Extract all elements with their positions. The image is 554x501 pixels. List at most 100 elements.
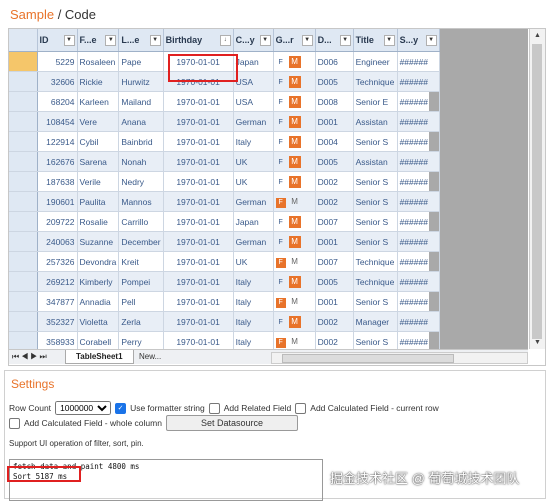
- cell-id[interactable]: 352327: [37, 311, 78, 332]
- cell-id[interactable]: 5229: [37, 51, 78, 72]
- corner-cell[interactable]: [9, 29, 38, 52]
- cell-last[interactable]: Pell: [118, 291, 164, 312]
- gender-m-toggle[interactable]: M: [288, 135, 301, 148]
- cell-last[interactable]: Pompei: [118, 271, 164, 292]
- cell-dept[interactable]: D001: [315, 291, 354, 312]
- cell-dept[interactable]: D002: [315, 311, 354, 332]
- cell-salary[interactable]: ######: [397, 251, 440, 272]
- table-row[interactable]: 269212 Kimberly Pompei 1970-01-01 Italy F M D00…: [9, 271, 440, 292]
- table-row[interactable]: 240063 Suzanne December 1970-01-01 German F M D…: [9, 231, 440, 252]
- cell-last[interactable]: Anana: [118, 111, 164, 132]
- cell-first[interactable]: Cybil: [77, 131, 120, 152]
- cell-dept[interactable]: D002: [315, 171, 354, 192]
- cell-salary[interactable]: ######: [397, 211, 440, 232]
- cell-title[interactable]: Technique: [353, 271, 398, 292]
- gender-m-toggle[interactable]: M: [288, 275, 301, 288]
- cell-id[interactable]: 32606: [37, 71, 78, 92]
- table-row[interactable]: 352327 Violetta Zerla 1970-01-01 Italy F M D002…: [9, 311, 440, 332]
- cell-country[interactable]: Japan: [233, 51, 274, 72]
- cell-last[interactable]: Mannos: [118, 191, 164, 212]
- row-header[interactable]: [9, 291, 38, 312]
- table-row[interactable]: 68204 Karleen Mailand 1970-01-01 USA F M D008 Se…: [9, 91, 440, 112]
- cell-dept[interactable]: D005: [315, 151, 354, 172]
- cell-birthday[interactable]: 1970-01-01: [163, 91, 234, 112]
- cell-salary[interactable]: ######: [397, 331, 440, 349]
- cell-dept[interactable]: D006: [315, 51, 354, 72]
- cell-salary[interactable]: ######: [397, 291, 440, 312]
- cell-country[interactable]: UK: [233, 251, 274, 272]
- gender-m-toggle[interactable]: M: [288, 115, 301, 128]
- cell-first[interactable]: Devondra: [77, 251, 120, 272]
- cell-gender[interactable]: FM: [273, 291, 316, 312]
- add-related-checkbox[interactable]: [208, 402, 220, 414]
- row-header[interactable]: [9, 311, 38, 332]
- cell-title[interactable]: Engineer: [353, 51, 398, 72]
- cell-birthday[interactable]: 1970-01-01: [163, 251, 234, 272]
- column-header-first[interactable]: F...e ▼: [77, 29, 120, 52]
- row-header[interactable]: [9, 271, 38, 292]
- cell-last[interactable]: Hurwitz: [118, 71, 164, 92]
- cell-first[interactable]: Vere: [77, 111, 120, 132]
- filter-dropdown-icon[interactable]: ▼: [383, 35, 395, 46]
- table-row[interactable]: 162676 Sarena Nonah 1970-01-01 UK F M D005 Assis…: [9, 151, 440, 172]
- gender-m-toggle[interactable]: M: [288, 55, 301, 68]
- cell-id[interactable]: 257326: [37, 251, 78, 272]
- cell-birthday[interactable]: 1970-01-01: [163, 111, 234, 132]
- gender-m-toggle[interactable]: M: [288, 75, 301, 88]
- cell-dept[interactable]: D001: [315, 111, 354, 132]
- breadcrumb-sample-link[interactable]: Sample: [10, 7, 54, 22]
- scroll-down-icon[interactable]: ▼: [530, 337, 545, 349]
- table-row[interactable]: 190601 Paulita Mannos 1970-01-01 German F M D00…: [9, 191, 440, 212]
- cell-dept[interactable]: D002: [315, 191, 354, 212]
- column-header-country[interactable]: C...y ▼: [233, 29, 274, 52]
- cell-id[interactable]: 269212: [37, 271, 78, 292]
- cell-salary[interactable]: ######: [397, 151, 440, 172]
- tab-tablesheet1[interactable]: TableSheet1: [65, 350, 134, 364]
- cell-salary[interactable]: ######: [397, 131, 440, 152]
- filter-dropdown-icon[interactable]: ▼: [339, 35, 351, 46]
- gender-m-toggle[interactable]: M: [288, 315, 301, 328]
- row-header[interactable]: [9, 91, 38, 112]
- cell-first[interactable]: Corabell: [77, 331, 120, 349]
- cell-id[interactable]: 347877: [37, 291, 78, 312]
- cell-gender[interactable]: FM: [273, 311, 316, 332]
- cell-country[interactable]: German: [233, 191, 274, 212]
- cell-salary[interactable]: ######: [397, 111, 440, 132]
- cell-gender[interactable]: FM: [273, 231, 316, 252]
- cell-country[interactable]: Italy: [233, 311, 274, 332]
- sort-descending-icon[interactable]: ↓: [219, 35, 231, 46]
- row-header[interactable]: [9, 251, 38, 272]
- cell-title[interactable]: Manager: [353, 311, 398, 332]
- gender-m-toggle[interactable]: M: [289, 296, 301, 308]
- cell-title[interactable]: Senior S: [353, 231, 398, 252]
- cell-salary[interactable]: ######: [397, 191, 440, 212]
- cell-birthday[interactable]: 1970-01-01: [163, 171, 234, 192]
- cell-dept[interactable]: D002: [315, 331, 354, 349]
- cell-last[interactable]: Zerla: [118, 311, 164, 332]
- gender-f-toggle[interactable]: F: [276, 278, 286, 288]
- cell-id[interactable]: 162676: [37, 151, 78, 172]
- add-calc-whole-checkbox[interactable]: [9, 417, 20, 429]
- cell-country[interactable]: Italy: [233, 131, 274, 152]
- gender-f-toggle[interactable]: F: [275, 297, 286, 308]
- cell-dept[interactable]: D001: [315, 231, 354, 252]
- cell-country[interactable]: USA: [233, 91, 274, 112]
- cell-gender[interactable]: FM: [273, 171, 316, 192]
- gender-m-toggle[interactable]: M: [288, 95, 301, 108]
- gender-m-toggle[interactable]: M: [288, 175, 301, 188]
- cell-last[interactable]: Mailand: [118, 91, 164, 112]
- gender-f-toggle[interactable]: F: [276, 238, 286, 248]
- row-header[interactable]: [9, 211, 38, 232]
- gender-f-toggle[interactable]: F: [276, 78, 286, 88]
- spreadsheet-grid[interactable]: ID ▼ F...e ▼ L...e ▼ Birthday ↓ C...y ▼ G...r ▼ D...…: [8, 28, 546, 366]
- gender-f-toggle[interactable]: F: [276, 138, 286, 148]
- cell-birthday[interactable]: 1970-01-01: [163, 131, 234, 152]
- cell-gender[interactable]: FM: [273, 131, 316, 152]
- sheet-nav-icons[interactable]: ⏮◀▶⏭: [12, 352, 49, 362]
- cell-gender[interactable]: FM: [273, 251, 316, 272]
- row-header[interactable]: [9, 231, 38, 252]
- cell-birthday[interactable]: 1970-01-01: [163, 151, 234, 172]
- gender-m-toggle[interactable]: M: [288, 235, 301, 248]
- cell-salary[interactable]: ######: [397, 91, 440, 112]
- cell-salary[interactable]: ######: [397, 311, 440, 332]
